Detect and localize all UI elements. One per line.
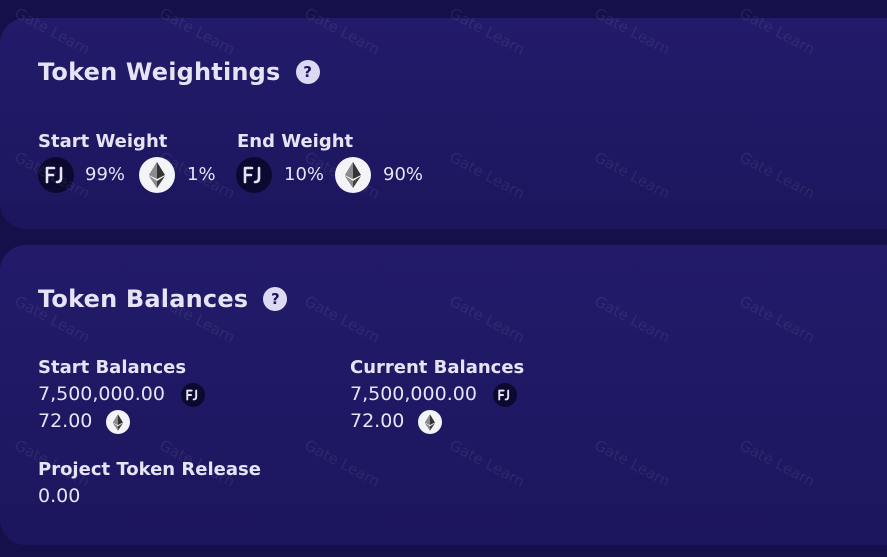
fj-token-icon xyxy=(236,157,272,193)
fj-token-icon xyxy=(38,157,74,193)
start-eth-weight: 1% xyxy=(187,164,216,185)
ethereum-icon xyxy=(106,410,130,434)
start-balances-label: Start Balances xyxy=(38,357,187,378)
start-weight-label: Start Weight xyxy=(38,131,168,152)
token-weightings-card xyxy=(0,18,887,229)
start-project-weight: 99% xyxy=(85,164,126,185)
start-eth-balance: 72.00 xyxy=(38,410,93,432)
project-token-release-value: 0.00 xyxy=(38,485,81,507)
token-balances-title: Token Balances xyxy=(38,285,249,313)
ethereum-icon xyxy=(418,410,442,434)
project-token-release-label: Project Token Release xyxy=(38,459,261,480)
question-icon[interactable]: ? xyxy=(295,60,320,84)
end-eth-weight: 90% xyxy=(383,164,424,185)
question-icon[interactable]: ? xyxy=(263,287,288,311)
token-weightings-header: Token Weightings ? xyxy=(38,58,320,86)
fj-token-icon xyxy=(181,383,205,407)
ethereum-icon xyxy=(335,157,371,193)
end-project-weight: 10% xyxy=(284,164,325,185)
end-weight-label: End Weight xyxy=(237,131,354,152)
token-weightings-title: Token Weightings xyxy=(38,58,281,86)
current-project-balance: 7,500,000.00 xyxy=(350,383,477,405)
ethereum-icon xyxy=(139,157,175,193)
fj-token-icon xyxy=(493,383,517,407)
token-balances-header: Token Balances ? xyxy=(38,285,288,313)
start-project-balance: 7,500,000.00 xyxy=(38,383,165,405)
current-eth-balance: 72.00 xyxy=(350,410,405,432)
current-balances-label: Current Balances xyxy=(350,357,525,378)
